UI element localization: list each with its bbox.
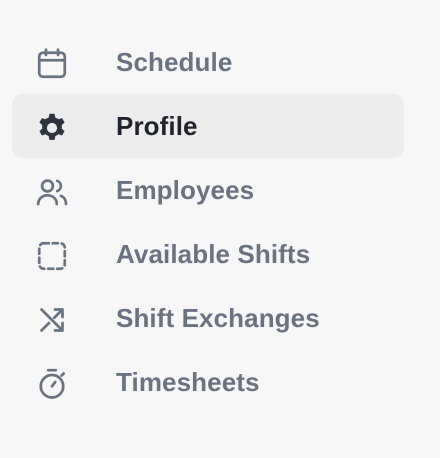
sidebar-nav: Schedule Profile Employees Available Shi… bbox=[0, 0, 440, 458]
calendar-icon bbox=[34, 46, 70, 82]
sidebar-item-label: Available Shifts bbox=[116, 239, 311, 269]
sidebar-item-schedule[interactable]: Schedule bbox=[12, 30, 404, 94]
sidebar-item-label: Profile bbox=[116, 111, 198, 141]
sidebar-item-available-shifts[interactable]: Available Shifts bbox=[12, 222, 404, 286]
users-icon bbox=[34, 174, 70, 210]
shuffle-icon bbox=[34, 302, 70, 338]
stopwatch-icon bbox=[34, 366, 70, 402]
dashed-square-icon bbox=[34, 238, 70, 274]
sidebar-item-label: Employees bbox=[116, 175, 255, 205]
sidebar-item-label: Schedule bbox=[116, 47, 233, 77]
gear-icon bbox=[34, 110, 70, 146]
sidebar-item-profile[interactable]: Profile bbox=[12, 94, 404, 158]
sidebar-item-label: Timesheets bbox=[116, 367, 260, 397]
sidebar-item-label: Shift Exchanges bbox=[116, 303, 320, 333]
sidebar-item-employees[interactable]: Employees bbox=[12, 158, 404, 222]
sidebar-item-shift-exchanges[interactable]: Shift Exchanges bbox=[12, 286, 404, 350]
sidebar-item-timesheets[interactable]: Timesheets bbox=[12, 350, 404, 414]
